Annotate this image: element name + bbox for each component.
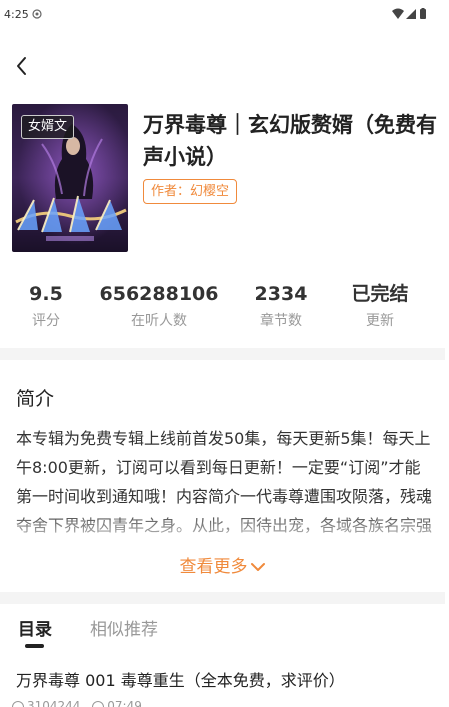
notification-icon [32,9,42,19]
cover-tag: 女婿文 [21,115,75,139]
intro-title: 简介 [16,388,55,410]
status-icons [392,8,426,19]
tab-bar: 目录 相似推荐 [0,615,449,655]
stat-rating: 9.5 评分 [0,282,106,332]
battery-icon [420,9,426,19]
stat-value: 656288106 [99,283,219,305]
chevron-left-icon [17,57,26,75]
episode-title[interactable]: 万界毒尊 001 毒尊重生（全本免费，求评价） [16,667,345,691]
duration-icon [92,700,105,707]
stat-listeners: 656288106 在听人数 [99,282,219,332]
stat-value: 已完结 [351,283,409,305]
play-count-icon [12,700,24,707]
episode-plays: 3104244 [27,699,81,707]
wifi-icon [392,8,404,19]
author-badge[interactable]: 作者：幻樱空 [143,179,238,204]
book-cover[interactable]: 女婿文 [12,104,128,252]
stat-label: 更新 [366,313,394,329]
stat-label: 在听人数 [131,313,187,329]
stats-row: 9.5 评分 656288106 在听人数 2334 章节数 已完结 更新 [0,282,449,334]
chevron-down-icon [250,563,265,571]
stat-value: 9.5 [29,283,63,305]
book-title: 万界毒尊｜玄幻版赘婿（免费有声小说） [143,113,437,169]
episode-duration: 07:49 [107,699,142,707]
tab-similar[interactable]: 相似推荐 [90,615,158,640]
status-bar: 4:25 [0,0,449,30]
stat-update: 已完结 更新 [320,282,440,332]
episode-meta: 3104244 07:49 [12,699,142,707]
back-button[interactable] [10,54,34,78]
see-more-label: 查看更多 [179,557,248,577]
section-divider [0,348,445,360]
intro-fade [0,510,445,550]
tab-indicator [25,644,44,648]
status-time: 4:25 [4,8,29,21]
see-more-button[interactable]: 查看更多 [0,552,445,577]
tab-catalog[interactable]: 目录 [18,615,52,640]
stat-label: 评分 [32,313,60,329]
signal-icon [406,9,416,19]
section-divider [0,592,445,604]
